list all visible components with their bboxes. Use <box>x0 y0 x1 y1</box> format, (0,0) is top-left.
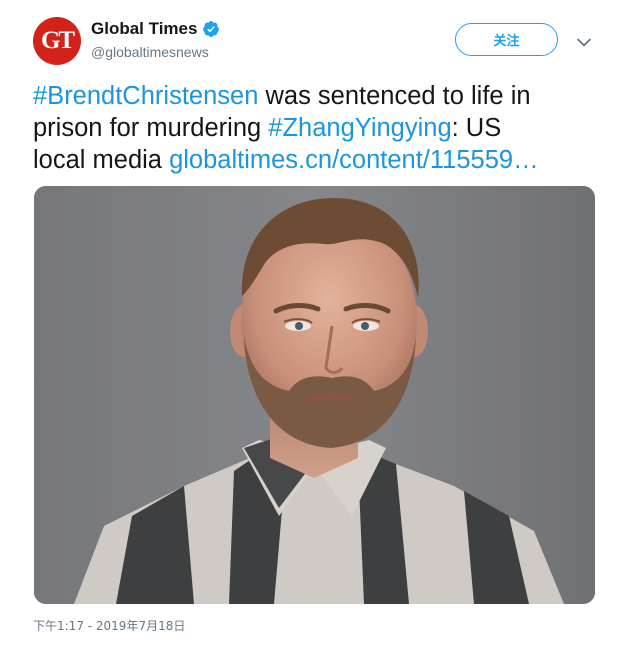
tweet-text-segment: local media <box>33 146 170 174</box>
mugshot-image <box>34 186 595 604</box>
display-name[interactable]: Global Times <box>91 18 197 40</box>
hashtag-zhangyingying[interactable]: #ZhangYingying <box>268 114 451 142</box>
avatar[interactable]: GT <box>33 17 81 65</box>
follow-button[interactable]: 关注 <box>455 23 558 56</box>
tweet-options-button[interactable] <box>574 32 594 52</box>
verified-badge-icon <box>202 20 220 38</box>
hashtag-brendtchristensen[interactable]: #BrendtChristensen <box>33 82 258 110</box>
tweet-line-1: #BrendtChristensen was sentenced to life… <box>33 80 598 112</box>
tweet-photo[interactable] <box>34 186 595 604</box>
article-link[interactable]: globaltimes.cn/content/115559… <box>169 146 539 174</box>
tweet-timestamp[interactable]: 下午1:17 - 2019年7月18日 <box>33 618 185 634</box>
display-name-row: Global Times <box>91 18 220 40</box>
chevron-down-icon <box>577 38 591 46</box>
account-handle[interactable]: @globaltimesnews <box>91 42 220 62</box>
tweet-text-segment: : US <box>451 114 502 142</box>
avatar-logo-text: GT <box>40 27 75 54</box>
tweet-text: #BrendtChristensen was sentenced to life… <box>33 80 598 176</box>
tweet-line-3: local media globaltimes.cn/content/11555… <box>33 144 598 176</box>
tweet-text-segment: prison for murdering <box>33 114 269 142</box>
follow-button-label: 关注 <box>493 33 520 48</box>
tweet-line-2: prison for murdering #ZhangYingying: US <box>33 112 598 144</box>
tweet-text-segment: was sentenced to life in <box>258 82 531 110</box>
account-identity[interactable]: Global Times @globaltimesnews <box>91 18 220 62</box>
